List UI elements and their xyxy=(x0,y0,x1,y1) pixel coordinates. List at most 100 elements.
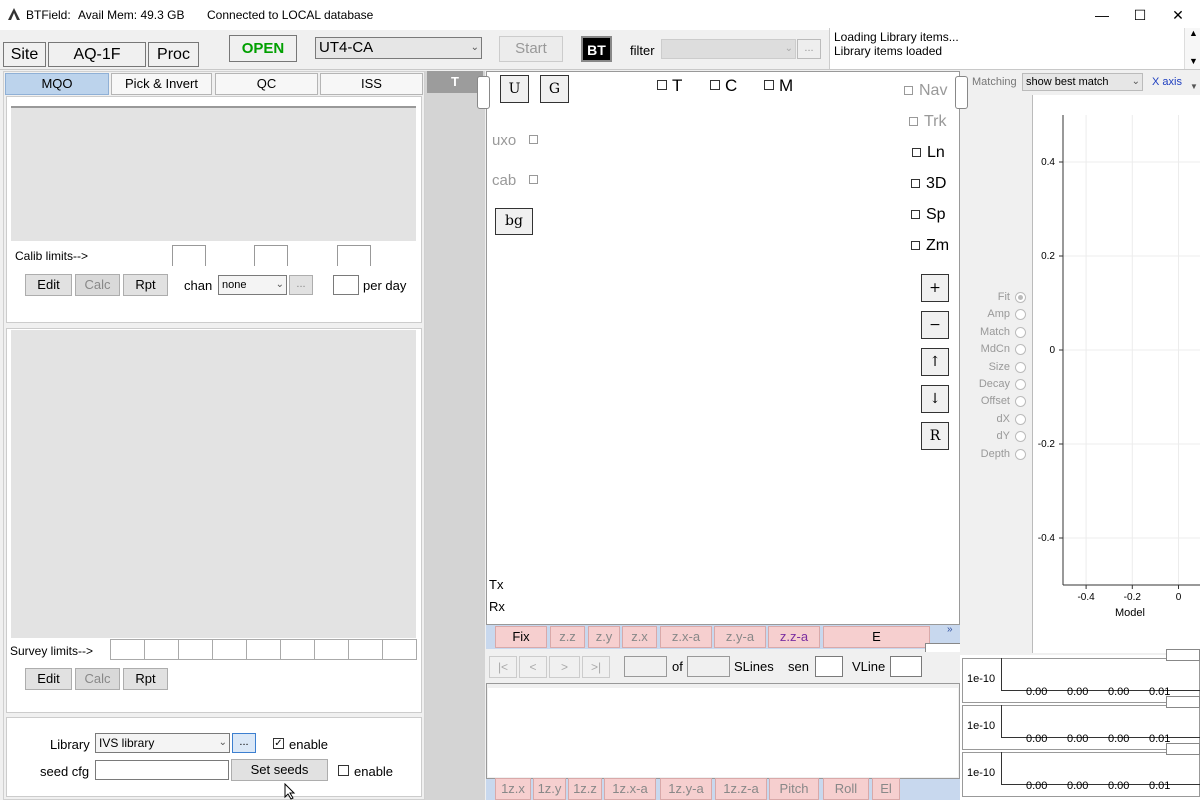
matching-select[interactable]: show best match ⌄ xyxy=(1022,73,1143,91)
calib-limit-field[interactable] xyxy=(172,245,206,266)
component-tab[interactable]: Fix xyxy=(495,626,547,648)
x-axis-select[interactable]: X axis xyxy=(1152,76,1182,88)
reset-view-button[interactable]: R xyxy=(921,422,949,450)
status-scrollbar[interactable]: ▲ ▼ xyxy=(1184,28,1200,69)
open-button[interactable]: OPEN xyxy=(229,35,297,62)
component-tab[interactable]: El xyxy=(872,778,900,800)
calib-limit-field[interactable] xyxy=(337,245,371,266)
m-checkbox[interactable] xyxy=(764,80,774,90)
survey-limit-field[interactable] xyxy=(382,639,417,660)
component-tab[interactable]: Pitch xyxy=(769,778,819,800)
splitter-handle[interactable] xyxy=(1166,696,1200,708)
splitter-handle[interactable] xyxy=(477,76,490,109)
first-button[interactable]: |< xyxy=(489,656,517,678)
tab-pick-invert[interactable]: Pick & Invert xyxy=(111,73,212,95)
tab-mqo[interactable]: MQO xyxy=(5,73,109,95)
u-button[interactable]: U xyxy=(500,75,529,103)
pan-up-button[interactable]: ↑ xyxy=(921,348,949,376)
sen-field[interactable] xyxy=(815,656,843,677)
uxo-checkbox[interactable] xyxy=(529,135,538,144)
calib-calc-button[interactable]: Calc xyxy=(75,274,120,296)
component-tab[interactable]: z.z-a xyxy=(768,626,820,648)
start-button[interactable]: Start xyxy=(499,36,563,62)
component-tab[interactable]: 1z.z-a xyxy=(715,778,767,800)
tab-qc[interactable]: QC xyxy=(215,73,318,95)
nav-checkbox[interactable] xyxy=(904,86,913,95)
calib-rpt-button[interactable]: Rpt xyxy=(123,274,168,296)
component-tab[interactable]: Roll xyxy=(823,778,869,800)
per-day-field[interactable] xyxy=(333,275,359,295)
sp-checkbox[interactable] xyxy=(911,210,920,219)
survey-limit-field[interactable] xyxy=(110,639,145,660)
c-checkbox[interactable] xyxy=(710,80,720,90)
component-tab[interactable]: 1z.y-a xyxy=(660,778,712,800)
library-select[interactable]: IVS library ⌄ xyxy=(95,733,230,753)
trk-checkbox[interactable] xyxy=(909,117,918,126)
close-button[interactable]: ✕ xyxy=(1163,4,1193,26)
next-button[interactable]: > xyxy=(549,656,580,678)
zoom-in-button[interactable]: + xyxy=(921,274,949,302)
survey-limit-field[interactable] xyxy=(280,639,315,660)
pan-down-button[interactable]: ↓ xyxy=(921,385,949,413)
set-seeds-button[interactable]: Set seeds xyxy=(231,759,328,781)
survey-calc-button[interactable]: Calc xyxy=(75,668,120,690)
fit-option-radio[interactable] xyxy=(1015,413,1026,425)
scatter-chart[interactable]: -0.4-0.200.20.40.40.20-0.2-0.4Model xyxy=(1032,95,1200,625)
dataset-select[interactable]: UT4-CA ⌄ xyxy=(315,37,482,59)
survey-limit-field[interactable] xyxy=(348,639,383,660)
fit-option-radio[interactable] xyxy=(1015,292,1026,303)
survey-limit-field[interactable] xyxy=(212,639,247,660)
filter-select[interactable]: ⌄ xyxy=(661,39,796,59)
line-count-field[interactable] xyxy=(687,656,730,677)
library-more-button[interactable]: ... xyxy=(232,733,256,753)
survey-limit-field[interactable] xyxy=(314,639,349,660)
component-tab[interactable]: E xyxy=(823,626,930,648)
fit-option-radio[interactable] xyxy=(1015,326,1026,338)
seed-cfg-field[interactable] xyxy=(95,760,229,780)
component-tab[interactable]: z.x-a xyxy=(660,626,712,648)
component-tab[interactable]: 1z.z xyxy=(568,778,602,800)
3d-checkbox[interactable] xyxy=(911,179,920,188)
maximize-button[interactable]: ☐ xyxy=(1125,4,1155,26)
vline-field[interactable] xyxy=(890,656,922,677)
calib-edit-button[interactable]: Edit xyxy=(25,274,72,296)
cab-checkbox[interactable] xyxy=(529,175,538,184)
more-arrows-icon[interactable]: » xyxy=(947,624,953,635)
splitter-handle[interactable] xyxy=(1166,649,1200,661)
survey-limit-field[interactable] xyxy=(178,639,213,660)
g-button[interactable]: G xyxy=(540,75,569,103)
splitter-handle[interactable] xyxy=(1166,743,1200,755)
area-button[interactable]: AQ-1F xyxy=(48,42,146,67)
zm-checkbox[interactable] xyxy=(911,241,920,250)
chan-select[interactable]: none ⌄ xyxy=(218,275,287,295)
component-tab[interactable]: z.z xyxy=(550,626,585,648)
prev-button[interactable]: < xyxy=(519,656,547,678)
proc-button[interactable]: Proc xyxy=(148,42,199,67)
zoom-out-button[interactable]: − xyxy=(921,311,949,339)
component-tab[interactable]: z.y-a xyxy=(714,626,766,648)
fit-option-radio[interactable] xyxy=(1015,379,1026,390)
component-tab[interactable]: z.y xyxy=(588,626,620,648)
last-button[interactable]: >| xyxy=(582,656,610,678)
bg-button[interactable]: bg xyxy=(495,208,533,235)
survey-limit-field[interactable] xyxy=(246,639,281,660)
site-button[interactable]: Site xyxy=(3,42,46,67)
calib-limit-field[interactable] xyxy=(254,245,288,266)
filter-more-button[interactable]: ... xyxy=(797,39,821,59)
splitter-handle[interactable] xyxy=(955,76,968,109)
library-enable-checkbox[interactable]: ✓ xyxy=(273,738,284,749)
fit-option-radio[interactable] xyxy=(1015,361,1026,373)
survey-rpt-button[interactable]: Rpt xyxy=(123,668,168,690)
seed-enable-checkbox[interactable] xyxy=(338,765,349,776)
bt-button[interactable]: BT xyxy=(581,36,612,62)
survey-edit-button[interactable]: Edit xyxy=(25,668,72,690)
t-checkbox[interactable] xyxy=(657,80,667,90)
component-tab[interactable]: z.x xyxy=(622,626,657,648)
chan-more-button[interactable]: ... xyxy=(289,275,313,295)
line-index-field[interactable] xyxy=(624,656,667,677)
fit-option-radio[interactable] xyxy=(1015,448,1026,460)
component-tab[interactable]: 1z.x-a xyxy=(604,778,656,800)
component-tab[interactable]: 1z.x xyxy=(495,778,531,800)
minimize-button[interactable]: — xyxy=(1087,4,1117,26)
survey-limit-field[interactable] xyxy=(144,639,179,660)
